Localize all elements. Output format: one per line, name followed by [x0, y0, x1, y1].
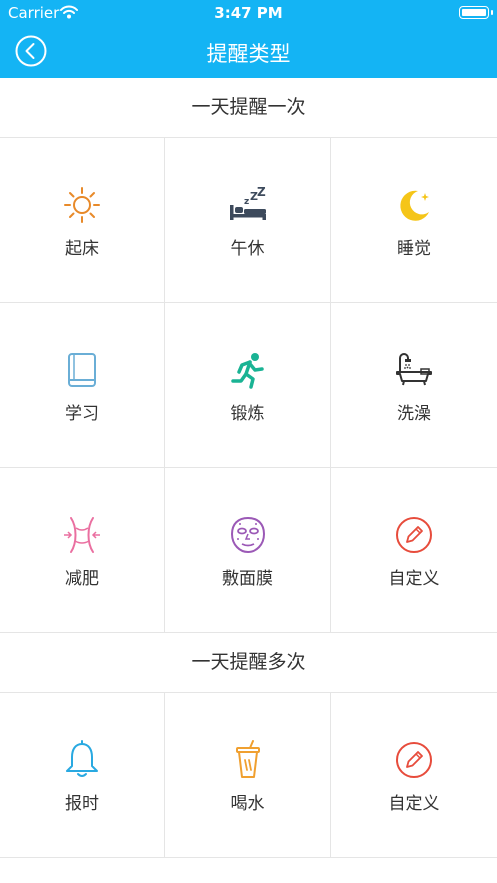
reminder-item-face-mask[interactable]: 敷面膜 — [165, 468, 331, 633]
reminder-item-label: 午休 — [230, 239, 265, 259]
svg-text:z: z — [244, 197, 249, 207]
clock: 3:47 PM — [214, 4, 283, 22]
moon-icon — [400, 190, 429, 221]
reminder-item-bath[interactable]: 洗澡 — [331, 303, 497, 468]
reminder-item-custom-multiple[interactable]: 自定义 — [331, 693, 497, 858]
reminder-item-exercise[interactable]: 锻炼 — [165, 303, 331, 468]
reminder-item-label: 起床 — [65, 239, 99, 259]
reminder-item-label: 喝水 — [230, 794, 265, 814]
cup-icon — [235, 740, 260, 778]
sun-icon — [64, 187, 100, 223]
section-header-multiple-daily: 一天提醒多次 — [0, 633, 497, 693]
nav-bar: 提醒类型 — [0, 26, 497, 78]
reminder-item-label: 睡觉 — [397, 239, 431, 259]
reminder-item-sleep[interactable]: 睡觉 — [331, 138, 497, 303]
reminder-item-wake-up[interactable]: 起床 — [0, 138, 165, 303]
page-title: 提醒类型 — [206, 42, 291, 66]
reminder-item-nap[interactable]: z Z Z 午休 — [165, 138, 331, 303]
pencil-icon — [396, 742, 432, 778]
reminder-type-list: 一天提醒一次 起床 z Z Z 午休 睡觉 学习 锻炼 洗澡 减肥 敷面膜 自定… — [0, 78, 497, 858]
reminder-item-label: 减肥 — [65, 569, 99, 589]
reminder-item-label: 敷面膜 — [222, 569, 273, 589]
reminder-item-label: 自定义 — [388, 794, 440, 814]
sleep-bed-icon: z Z Z — [229, 185, 266, 220]
reminder-item-lose-weight[interactable]: 减肥 — [0, 468, 165, 633]
multiple-daily-grid: 报时 喝水 自定义 — [0, 693, 497, 858]
running-icon — [230, 353, 264, 389]
reminder-item-label: 报时 — [65, 794, 99, 814]
battery-icon — [459, 6, 493, 19]
status-bar: Carrier 3:47 PM — [0, 0, 497, 26]
face-mask-icon — [230, 516, 265, 554]
bell-icon — [66, 740, 98, 777]
pencil-icon — [396, 517, 432, 553]
once-daily-grid: 起床 z Z Z 午休 睡觉 学习 锻炼 洗澡 减肥 敷面膜 自定义 — [0, 138, 497, 633]
section-header-once-daily: 一天提醒一次 — [0, 78, 497, 138]
reminder-item-label: 学习 — [65, 404, 99, 424]
reminder-item-label: 洗澡 — [397, 404, 431, 424]
reminder-item-label: 自定义 — [388, 569, 440, 589]
book-icon — [68, 353, 96, 387]
reminder-item-label: 锻炼 — [230, 404, 265, 424]
waist-icon — [64, 517, 100, 553]
svg-text:Z: Z — [257, 185, 266, 199]
reminder-item-drink-water[interactable]: 喝水 — [165, 693, 331, 858]
reminder-item-custom-once[interactable]: 自定义 — [331, 468, 497, 633]
bathtub-icon — [396, 353, 432, 386]
reminder-item-study[interactable]: 学习 — [0, 303, 165, 468]
reminder-item-time-chime[interactable]: 报时 — [0, 693, 165, 858]
